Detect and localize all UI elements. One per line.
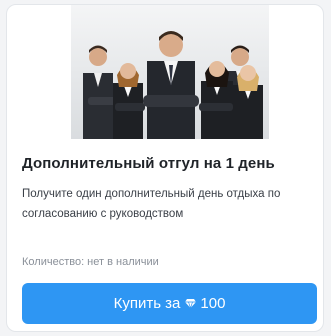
buy-button[interactable]: Купить за 100 [22, 283, 317, 324]
product-title: Дополнительный отгул на 1 день [22, 155, 275, 172]
gem-icon [184, 299, 196, 309]
quantity-status: Количество: нет в наличии [22, 256, 159, 268]
price-value: 100 [200, 295, 226, 312]
team-photo [71, 5, 269, 139]
buy-button-label: Купить за [113, 295, 181, 312]
product-description: Получите один дополнительный день отдыха… [22, 188, 281, 220]
product-card: Дополнительный отгул на 1 день Получите … [6, 4, 324, 332]
